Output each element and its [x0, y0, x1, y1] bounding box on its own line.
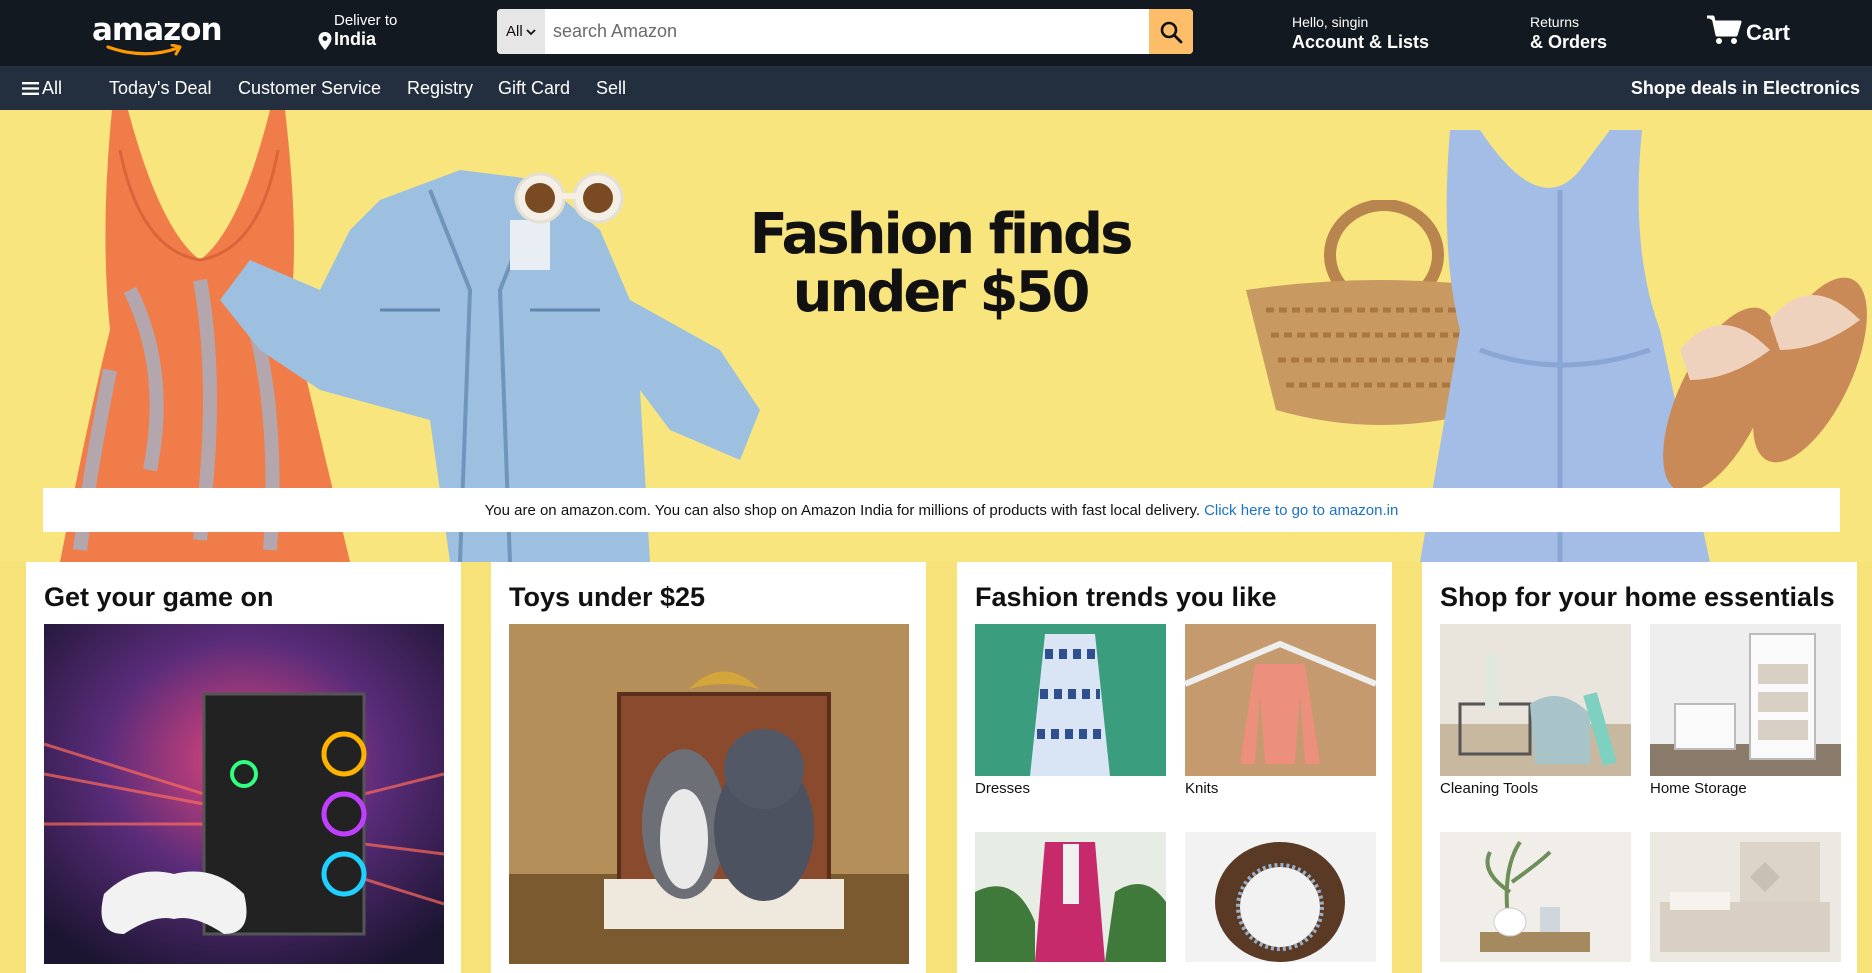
plush-toys-picture	[509, 624, 909, 964]
search-input[interactable]	[547, 9, 1147, 54]
tile-caption: Home Storage	[1650, 780, 1747, 797]
tile-accessories[interactable]	[1185, 832, 1376, 962]
sunglasses-image	[514, 172, 624, 224]
card-home[interactable]: Shop for your home essentials Cleaning T…	[1422, 562, 1857, 973]
card-title: Fashion trends you like	[975, 582, 1277, 612]
home-storage-image	[1650, 624, 1841, 776]
returns-orders[interactable]: Returns & Orders	[1530, 14, 1607, 53]
dresses-image	[975, 624, 1166, 776]
location-pin-icon	[318, 32, 332, 50]
amazon-logo[interactable]: amazon	[92, 10, 223, 58]
hero-title-line2: under $50	[792, 260, 1091, 325]
jacket-image	[975, 832, 1166, 962]
tile-cleaning-tools[interactable]: Cleaning Tools	[1440, 624, 1631, 797]
cart-label: Cart	[1746, 20, 1791, 45]
notice-text: You are on amazon.com. You can also shop…	[484, 501, 1201, 519]
account-lists-label: Account & Lists	[1292, 32, 1430, 52]
card-title: Toys under $25	[509, 582, 706, 612]
logo-text: amazon	[92, 12, 223, 48]
card-game[interactable]: Get your game on	[26, 562, 461, 973]
orders-label: & Orders	[1530, 32, 1608, 52]
cleaning-tools-image	[1440, 624, 1631, 776]
nav-electronics-deals[interactable]: Shope deals in Electronics	[1631, 78, 1860, 99]
nav-bar: All Today's Deal Customer Service Regist…	[0, 66, 1872, 110]
necklace-image	[1185, 832, 1376, 962]
returns-label: Returns	[1530, 14, 1580, 30]
nav-sell[interactable]: Sell	[596, 78, 626, 99]
search-icon	[1160, 21, 1183, 43]
tile-home-decor[interactable]	[1440, 832, 1631, 962]
chevron-down-icon	[526, 28, 536, 35]
account-greeting: Hello, singin	[1292, 14, 1369, 30]
deliver-to-location: India	[334, 29, 377, 49]
account-lists[interactable]: Hello, singin Account & Lists	[1292, 14, 1429, 53]
home-decor-image	[1440, 832, 1631, 962]
nav-gift-card[interactable]: Gift Card	[498, 78, 570, 99]
hero-title: Fashion finds under $50	[740, 206, 1140, 322]
cart-icon	[1707, 15, 1742, 44]
tile-knits[interactable]: Knits	[1185, 624, 1376, 797]
cart-button[interactable]: Cart	[1706, 14, 1796, 48]
card-title: Get your game on	[44, 582, 274, 612]
search-category-select[interactable]: All	[497, 9, 545, 54]
hero-title-line1: Fashion finds	[749, 202, 1134, 267]
tile-dresses[interactable]: Dresses	[975, 624, 1166, 797]
gaming-pc-picture	[44, 624, 444, 964]
hero-banner[interactable]: Fashion finds under $50 You are on amazo…	[0, 110, 1872, 562]
nav-todays-deal[interactable]: Today's Deal	[109, 78, 212, 99]
nav-registry[interactable]: Registry	[407, 78, 473, 99]
bedding-image	[1650, 832, 1841, 962]
sandals-image	[1663, 277, 1867, 493]
logo-smile-icon	[106, 44, 182, 56]
tile-caption: Knits	[1185, 780, 1219, 797]
nav-all-menu[interactable]: All	[22, 78, 62, 99]
country-notice: You are on amazon.com. You can also shop…	[43, 488, 1840, 532]
tile-caption: Cleaning Tools	[1440, 780, 1539, 797]
card-title: Shop for your home essentials	[1440, 582, 1835, 612]
search-category-label: All	[506, 23, 523, 40]
nav-all-label: All	[42, 78, 63, 98]
search-button[interactable]	[1149, 9, 1193, 54]
card-fashion[interactable]: Fashion trends you like Dresses Knits	[957, 562, 1392, 973]
search-bar: All	[497, 9, 1193, 54]
toys-image[interactable]	[509, 624, 909, 964]
card-toys[interactable]: Toys under $25	[491, 562, 926, 973]
tile-bedding[interactable]	[1650, 832, 1841, 962]
deliver-to-label: Deliver to	[334, 12, 398, 29]
gaming-pc-image[interactable]	[44, 624, 444, 964]
menu-icon	[22, 82, 39, 95]
tile-home-storage[interactable]: Home Storage	[1650, 624, 1841, 797]
knits-image	[1185, 624, 1376, 776]
nav-customer-service[interactable]: Customer Service	[238, 78, 381, 99]
notice-link[interactable]: Click here to go to amazon.in	[1204, 502, 1398, 519]
tile-jackets[interactable]	[975, 832, 1166, 962]
top-header: amazon Deliver to India All Hello, singi…	[0, 0, 1872, 66]
tile-caption: Dresses	[975, 780, 1031, 797]
